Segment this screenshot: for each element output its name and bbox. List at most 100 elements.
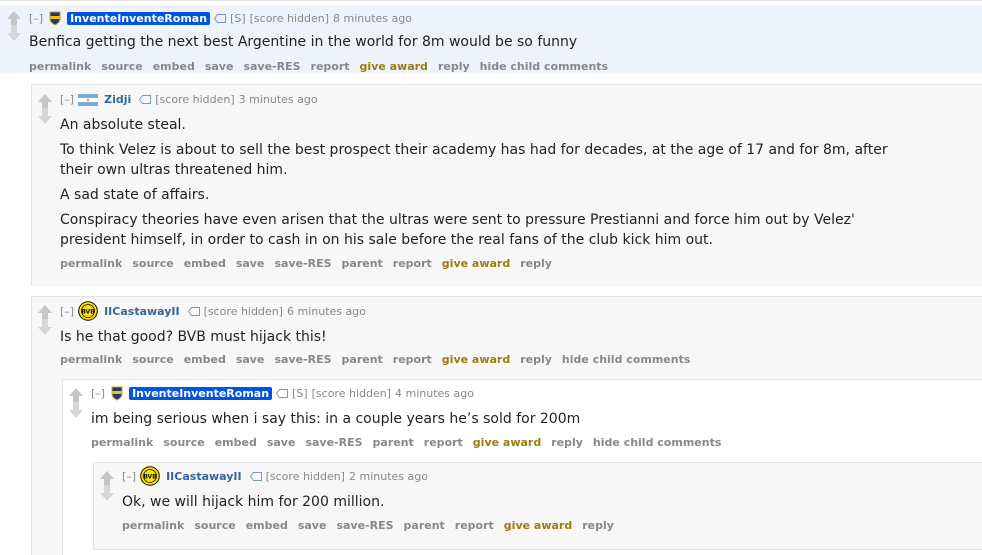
give-award-button[interactable]: give award: [504, 519, 572, 532]
report-button[interactable]: report: [393, 353, 432, 366]
save-button[interactable]: save: [298, 519, 327, 532]
permalink-button[interactable]: permalink: [60, 257, 122, 270]
collapse-toggle[interactable]: [–]: [29, 12, 43, 25]
embed-button[interactable]: embed: [246, 519, 288, 532]
comment-paragraph: Is he that good? BVB must hijack this!: [60, 329, 327, 345]
comment-paragraph: im being serious when i say this: in a c…: [91, 411, 581, 427]
timestamp: 2 minutes ago: [348, 469, 428, 483]
comment-thread: [–] InventeInventeRoman [S] [score hidde…: [62, 379, 982, 555]
upvote-icon[interactable]: [38, 94, 52, 108]
parent-button[interactable]: parent: [342, 257, 383, 270]
reply-button[interactable]: reply: [520, 257, 552, 270]
embed-button[interactable]: embed: [153, 60, 195, 73]
downvote-icon[interactable]: [38, 108, 52, 124]
save-res-button[interactable]: save-RES: [243, 60, 300, 73]
collapse-toggle[interactable]: [–]: [122, 470, 136, 483]
comment-thread: [–] BVB IICastawayII [score hidden] 2 mi…: [93, 462, 982, 550]
argentina-flag-icon: [78, 93, 99, 106]
source-button[interactable]: source: [163, 436, 204, 449]
comment-tagline: [–] InventeInventeRoman [S] [score hidde…: [91, 385, 474, 401]
bvb-crest-icon: BVB: [78, 301, 98, 321]
timestamp: 8 minutes ago: [333, 11, 412, 25]
save-res-button[interactable]: save-RES: [305, 436, 362, 449]
comment-actions: permalink source embed save save-RES par…: [122, 519, 614, 532]
top-divider: [0, 0, 982, 1]
comment-paragraph: A sad state of affairs.: [60, 187, 210, 203]
author-link[interactable]: IICastawayII: [166, 470, 242, 483]
collapse-toggle[interactable]: [–]: [91, 387, 105, 400]
save-button[interactable]: save: [236, 353, 265, 366]
boca-juniors-crest-icon: [49, 11, 61, 26]
hide-child-comments-button[interactable]: hide child comments: [593, 436, 721, 449]
reply-button[interactable]: reply: [551, 436, 583, 449]
permalink-button[interactable]: permalink: [29, 60, 91, 73]
give-award-button[interactable]: give award: [473, 436, 541, 449]
boca-juniors-crest-icon: [111, 386, 123, 401]
author-link[interactable]: InventeInventeRoman: [129, 386, 273, 400]
timestamp: 6 minutes ago: [286, 304, 366, 318]
svg-text:BVB: BVB: [81, 309, 95, 316]
bvb-crest-icon: BVB: [140, 466, 160, 486]
report-button[interactable]: report: [424, 436, 463, 449]
comment-tagline: [–] InventeInventeRoman [S] [score hidde…: [29, 10, 412, 26]
tag-icon: [276, 388, 289, 398]
downvote-icon[interactable]: [7, 25, 21, 41]
parent-button[interactable]: parent: [373, 436, 414, 449]
upvote-icon[interactable]: [38, 305, 52, 319]
source-button[interactable]: source: [101, 60, 142, 73]
comment-actions: permalink source embed save save-RES par…: [91, 436, 721, 449]
reply-button[interactable]: reply: [438, 60, 470, 73]
tag-icon: [214, 13, 227, 23]
reply-button[interactable]: reply: [520, 353, 552, 366]
downvote-icon[interactable]: [38, 319, 52, 335]
comment-paragraph: Benfica getting the next best Argentine …: [29, 34, 578, 50]
embed-button[interactable]: embed: [215, 436, 257, 449]
comment-tagline: [–] BVB IICastawayII [score hidden] 6 mi…: [60, 301, 366, 321]
save-button[interactable]: save: [205, 60, 234, 73]
author-link[interactable]: Zidji: [104, 93, 131, 106]
save-button[interactable]: save: [236, 257, 265, 270]
report-button[interactable]: report: [393, 257, 432, 270]
embed-button[interactable]: embed: [184, 257, 226, 270]
author-link[interactable]: InventeInventeRoman: [67, 11, 211, 25]
report-button[interactable]: report: [311, 60, 350, 73]
save-res-button[interactable]: save-RES: [336, 519, 393, 532]
permalink-button[interactable]: permalink: [60, 353, 122, 366]
collapse-toggle[interactable]: [–]: [60, 93, 74, 106]
upvote-icon[interactable]: [69, 388, 83, 402]
comment-thread: [–] Zidji [score hidden] 3 minutes ago A…: [31, 84, 982, 286]
comment-actions: permalink source embed save save-RES rep…: [29, 60, 608, 73]
comment-actions: permalink source embed save save-RES par…: [60, 353, 690, 366]
reply-button[interactable]: reply: [582, 519, 614, 532]
hide-child-comments-button[interactable]: hide child comments: [562, 353, 690, 366]
author-link[interactable]: IICastawayII: [104, 305, 180, 318]
downvote-icon[interactable]: [69, 402, 83, 418]
give-award-button[interactable]: give award: [442, 353, 510, 366]
parent-button[interactable]: parent: [404, 519, 445, 532]
downvote-icon[interactable]: [100, 485, 114, 501]
source-button[interactable]: source: [194, 519, 235, 532]
upvote-icon[interactable]: [7, 11, 21, 25]
comment-paragraph: Ok, we will hijack him for 200 million.: [122, 494, 385, 510]
submitter-tag: [S]: [230, 11, 246, 25]
save-button[interactable]: save: [267, 436, 296, 449]
collapse-toggle[interactable]: [–]: [60, 305, 74, 318]
tag-icon: [249, 471, 262, 481]
upvote-icon[interactable]: [100, 471, 114, 485]
hide-child-comments-button[interactable]: hide child comments: [480, 60, 608, 73]
save-res-button[interactable]: save-RES: [274, 257, 331, 270]
give-award-button[interactable]: give award: [442, 257, 510, 270]
permalink-button[interactable]: permalink: [91, 436, 153, 449]
parent-button[interactable]: parent: [342, 353, 383, 366]
embed-button[interactable]: embed: [184, 353, 226, 366]
permalink-button[interactable]: permalink: [122, 519, 184, 532]
score-hidden: [score hidden]: [203, 304, 283, 318]
comment-tagline: [–] Zidji [score hidden] 3 minutes ago: [60, 93, 318, 106]
source-button[interactable]: source: [132, 257, 173, 270]
tag-icon: [187, 306, 200, 316]
tag-icon: [139, 95, 152, 104]
give-award-button[interactable]: give award: [360, 60, 428, 73]
report-button[interactable]: report: [455, 519, 494, 532]
source-button[interactable]: source: [132, 353, 173, 366]
save-res-button[interactable]: save-RES: [274, 353, 331, 366]
